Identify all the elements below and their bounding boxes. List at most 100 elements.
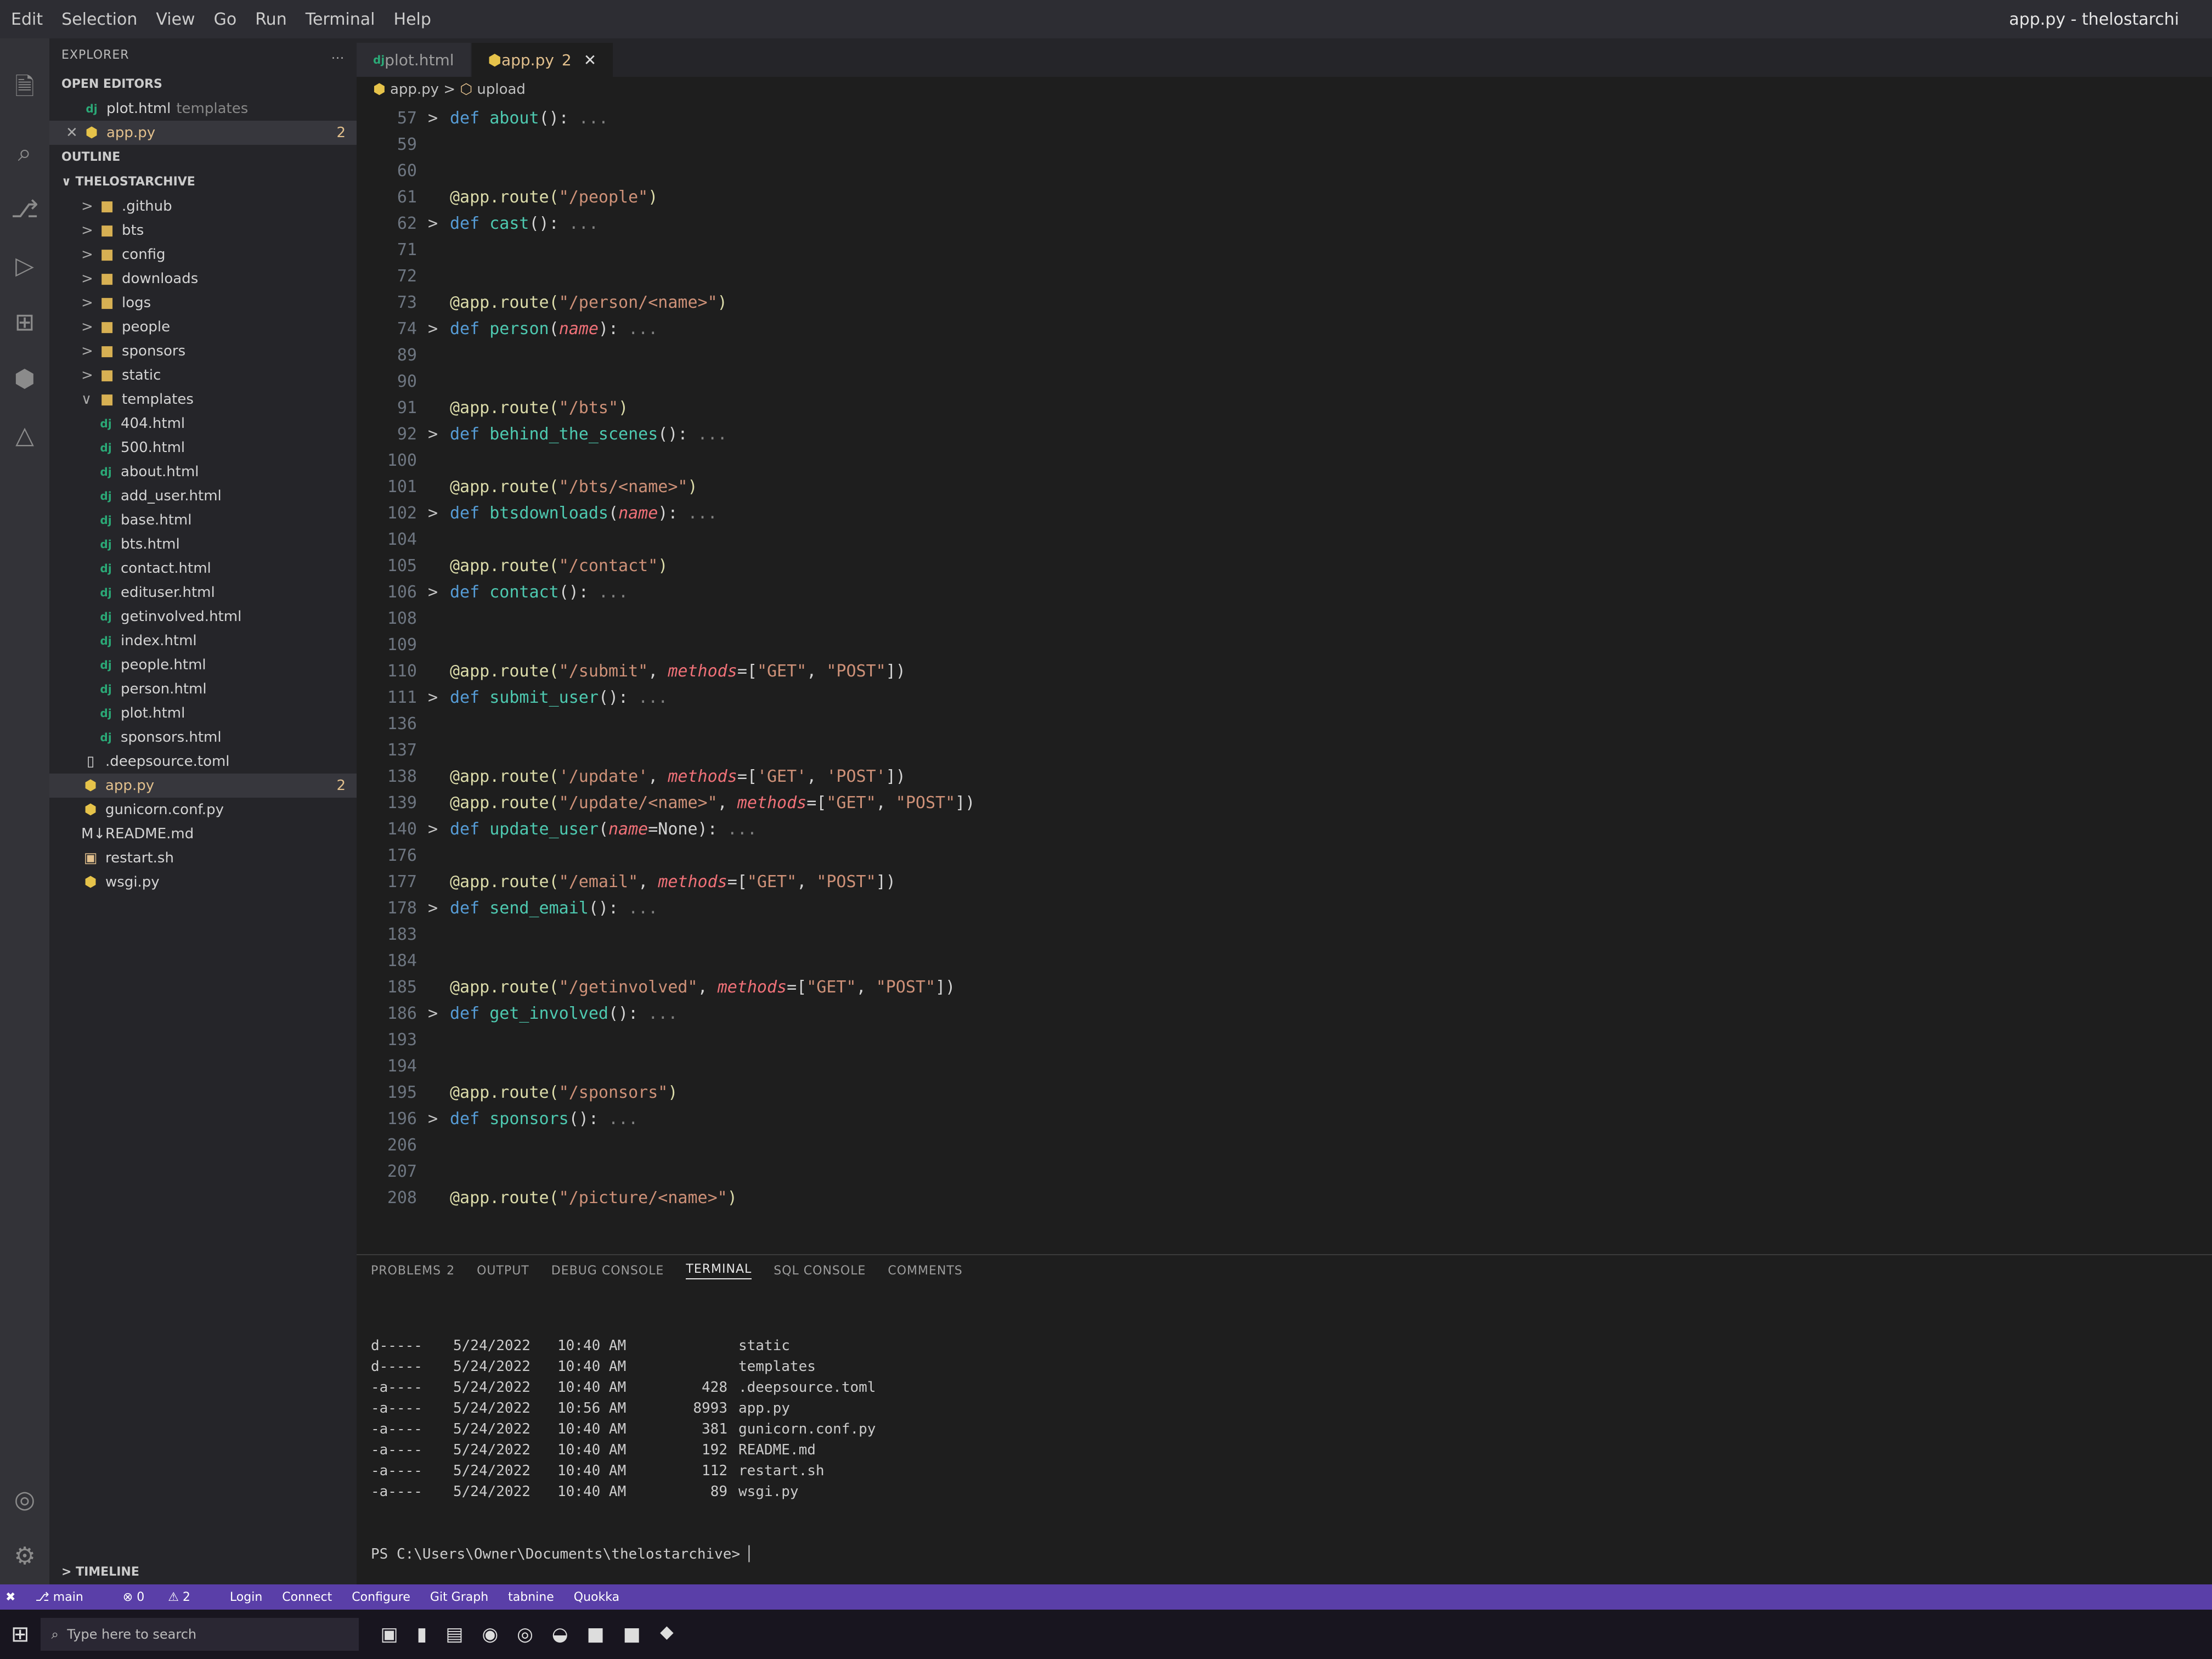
panel-tab-debug-console[interactable]: DEBUG CONSOLE (551, 1264, 664, 1278)
line-number: 57 (397, 109, 417, 128)
fold-chevron-icon[interactable]: > (428, 579, 450, 606)
run-debug-icon[interactable]: ▷ (15, 252, 34, 280)
menu-item-edit[interactable]: Edit (11, 10, 43, 29)
source-control-icon[interactable]: ⎇ (11, 195, 39, 223)
file-item[interactable]: ⬢ gunicorn.conf.py (49, 798, 357, 822)
folder-item[interactable]: > ■ downloads (49, 267, 357, 291)
panel-tab-sql-console[interactable]: SQL CONSOLE (774, 1264, 866, 1278)
template-file-item[interactable]: dj plot.html (49, 701, 357, 725)
explorer-icon[interactable]: 🗎 (15, 69, 34, 110)
panel-tab-problems[interactable]: PROBLEMS 2 (371, 1264, 455, 1278)
open-editor-item[interactable]: dj plot.html templates (49, 97, 357, 121)
extensions-icon[interactable]: ⊞ (15, 308, 35, 336)
browser-icon[interactable]: ◎ (517, 1623, 533, 1645)
branch-indicator[interactable]: ⎇ main (35, 1590, 103, 1604)
file-explorer-icon[interactable]: ▤ (445, 1623, 463, 1645)
template-file-item[interactable]: dj person.html (49, 677, 357, 701)
menu-item-view[interactable]: View (156, 10, 195, 29)
status-item-tabnine[interactable]: tabnine (508, 1590, 554, 1604)
open-editors-header[interactable]: OPEN EDITORS (49, 72, 357, 97)
panel-tab-output[interactable]: OUTPUT (477, 1264, 529, 1278)
folder-item[interactable]: > ■ people (49, 315, 357, 339)
menu-item-go[interactable]: Go (214, 10, 237, 29)
after-effects-icon[interactable]: ■ (623, 1623, 641, 1645)
close-icon[interactable]: ✕ (66, 125, 79, 141)
search-icon[interactable]: ⌕ (18, 139, 32, 167)
fold-chevron-icon[interactable]: > (428, 1001, 450, 1027)
project-header[interactable]: ∨ THELOSTARCHIVE (49, 170, 357, 194)
breadcrumb-file[interactable]: app.py (390, 81, 439, 98)
outline-header[interactable]: OUTLINE (49, 145, 357, 170)
menu-item-terminal[interactable]: Terminal (306, 10, 375, 29)
remote-icon[interactable]: △ (15, 421, 34, 449)
file-item[interactable]: ▣ restart.sh (49, 846, 357, 870)
timeline-header[interactable]: > TIMELINE (49, 1560, 357, 1584)
account-icon[interactable]: ◎ (14, 1486, 35, 1514)
menu-item-selection[interactable]: Selection (61, 10, 137, 29)
taskbar-search[interactable]: ⌕ Type here to search (40, 1618, 359, 1651)
fold-chevron-icon[interactable]: > (428, 105, 450, 132)
template-file-item[interactable]: dj sponsors.html (49, 725, 357, 749)
chrome-icon[interactable]: ◉ (482, 1623, 498, 1645)
folder-item[interactable]: > ■ static (49, 363, 357, 387)
template-file-item[interactable]: dj base.html (49, 508, 357, 532)
remote-indicator-icon[interactable]: ✖ (5, 1590, 15, 1604)
file-item[interactable]: ▯ .deepsource.toml (49, 749, 357, 774)
template-file-item[interactable]: dj bts.html (49, 532, 357, 556)
gear-icon[interactable]: ⚙ (14, 1542, 35, 1570)
folder-item[interactable]: > ■ .github (49, 194, 357, 218)
menu-item-help[interactable]: Help (394, 10, 431, 29)
status-item-configure[interactable]: Configure (352, 1590, 410, 1604)
file-item[interactable]: M↓ README.md (49, 822, 357, 846)
template-file-item[interactable]: dj edituser.html (49, 580, 357, 605)
open-editor-item[interactable]: ✕ ⬢ app.py 2 (49, 121, 357, 145)
fold-chevron-icon[interactable]: > (428, 500, 450, 527)
status-item-login[interactable]: Login (230, 1590, 262, 1604)
code-line: 90 (357, 369, 2212, 395)
fold-chevron-icon[interactable]: > (428, 421, 450, 448)
template-file-item[interactable]: dj people.html (49, 653, 357, 677)
folder-item[interactable]: > ■ sponsors (49, 339, 357, 363)
tab-app-py[interactable]: ⬢ app.py 2 ✕ (471, 43, 613, 77)
vscode-taskbar-icon[interactable]: ⯁ (659, 1623, 674, 1645)
status-item-quokka[interactable]: Quokka (574, 1590, 619, 1604)
python-icon[interactable]: ⬢ (14, 365, 35, 393)
template-file-item[interactable]: dj index.html (49, 629, 357, 653)
terminal-app-icon[interactable]: ▮ (417, 1623, 427, 1645)
close-icon[interactable]: ✕ (584, 51, 596, 69)
fold-chevron-icon[interactable]: > (428, 316, 450, 342)
panel-tab-comments[interactable]: COMMENTS (888, 1264, 962, 1278)
status-item-connect[interactable]: Connect (282, 1590, 332, 1604)
template-file-item[interactable]: dj 500.html (49, 436, 357, 460)
windows-start-icon[interactable]: ⊞ (11, 1622, 30, 1647)
template-file-item[interactable]: dj add_user.html (49, 484, 357, 508)
file-item[interactable]: ⬢ app.py 2 (49, 774, 357, 798)
folder-item[interactable]: > ■ logs (49, 291, 357, 315)
fold-chevron-icon[interactable]: > (428, 1106, 450, 1132)
more-actions-button[interactable]: ... (331, 48, 345, 62)
task-view-icon[interactable]: ▣ (381, 1623, 398, 1645)
fold-chevron-icon[interactable]: > (428, 816, 450, 843)
tab-plot-html[interactable]: dj plot.html (357, 43, 471, 77)
folder-templates[interactable]: ∨ ■ templates (49, 387, 357, 411)
fold-chevron-icon[interactable]: > (428, 211, 450, 237)
fold-chevron-icon[interactable]: > (428, 895, 450, 922)
menu-item-run[interactable]: Run (255, 10, 287, 29)
code-editor[interactable]: 57 > def about(): ... 59 60 61 @app.route("/pe… (357, 102, 2212, 1254)
folder-item[interactable]: > ■ config (49, 242, 357, 267)
discord-icon[interactable]: ◒ (552, 1623, 568, 1645)
terminal[interactable]: d----- 5/24/2022 10:40 AM static d----- 5/24/… (357, 1286, 2212, 1584)
template-file-item[interactable]: dj about.html (49, 460, 357, 484)
panel-tab-terminal[interactable]: TERMINAL (686, 1262, 752, 1279)
problems-indicator[interactable]: ⊗ 0 ⚠ 2 (123, 1590, 210, 1604)
template-file-item[interactable]: dj 404.html (49, 411, 357, 436)
file-item[interactable]: ⬢ wsgi.py (49, 870, 357, 894)
status-item-git-graph[interactable]: Git Graph (430, 1590, 488, 1604)
template-file-item[interactable]: dj contact.html (49, 556, 357, 580)
folder-item[interactable]: > ■ bts (49, 218, 357, 242)
terminal-prompt[interactable]: PS C:\Users\Owner\Documents\thelostarchi… (371, 1544, 2198, 1565)
premiere-icon[interactable]: ■ (587, 1623, 605, 1645)
breadcrumb-symbol[interactable]: upload (477, 81, 526, 98)
template-file-item[interactable]: dj getinvolved.html (49, 605, 357, 629)
fold-chevron-icon[interactable]: > (428, 685, 450, 711)
